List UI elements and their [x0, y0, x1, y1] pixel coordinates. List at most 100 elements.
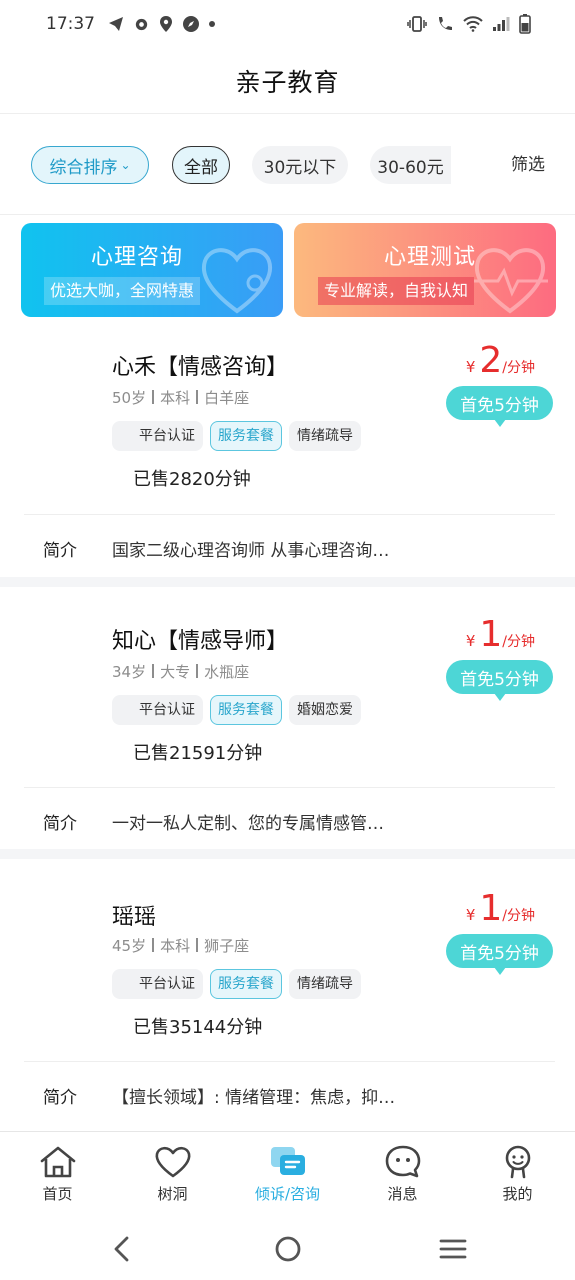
- price-unit: /分钟: [502, 634, 535, 650]
- location-icon: [160, 16, 172, 32]
- telegram-icon: [109, 17, 123, 31]
- price-value: 1: [479, 614, 503, 655]
- tag-certified: 平台认证: [112, 695, 203, 725]
- tag-specialty: 婚姻恋爱: [289, 695, 361, 725]
- counselor-age: 45岁: [112, 937, 147, 955]
- signal-icon: [493, 17, 510, 31]
- message-icon: [385, 1145, 420, 1178]
- tag-package[interactable]: 服务套餐: [210, 421, 282, 451]
- filter-chip-label: 30-60元: [377, 157, 444, 178]
- price-currency: ¥: [465, 632, 476, 650]
- divider: [24, 1061, 555, 1062]
- counselor-education: 大专: [160, 663, 191, 681]
- divider: [24, 787, 555, 788]
- consult-banner[interactable]: 心理咨询 优选大咖，全网特惠: [21, 223, 283, 317]
- free-trial-badge: 首免5分钟: [446, 660, 553, 701]
- nav-label: 树洞: [157, 1185, 188, 1203]
- filter-chip-all[interactable]: 全部: [172, 146, 230, 184]
- sort-dropdown[interactable]: 综合排序 ⌄: [31, 146, 149, 184]
- counselor-education: 本科: [160, 389, 191, 407]
- home-button-icon[interactable]: [274, 1235, 302, 1263]
- tag-package[interactable]: 服务套餐: [210, 695, 282, 725]
- banner-subtitle: 优选大咖，全网特惠: [44, 277, 201, 305]
- dot-icon: [209, 21, 215, 27]
- nav-messages[interactable]: 消息: [345, 1132, 460, 1217]
- filter-bar: 综合排序 ⌄ 全部 30元以下 30-60元 筛选: [0, 115, 575, 215]
- sort-label: 综合排序: [49, 157, 118, 178]
- battery-icon: [519, 14, 531, 34]
- divider: [24, 514, 555, 515]
- counselor-age: 50岁: [112, 389, 147, 407]
- price: ¥2/分钟: [466, 343, 535, 379]
- filter-chip-label: 30元以下: [263, 157, 337, 178]
- tag-certified: 平台认证: [112, 421, 203, 451]
- price: ¥1/分钟: [466, 891, 535, 927]
- counselor-card[interactable]: 瑶瑶 45岁 本科 狮子座 平台认证 服务套餐 情绪疏导 已售35144分钟 ¥1/…: [0, 859, 575, 1131]
- intro-label: 简介: [43, 1088, 77, 1108]
- card-separator: [0, 849, 575, 859]
- tag-specialty: 情绪疏导: [289, 969, 361, 999]
- test-banner[interactable]: 心理测试 专业解读，自我认知: [294, 223, 556, 317]
- tag-specialty: 情绪疏导: [289, 421, 361, 451]
- heart-icon: [155, 1146, 190, 1178]
- status-bar: 17:37: [0, 0, 575, 48]
- price-currency: ¥: [465, 358, 476, 376]
- card-separator: [0, 577, 575, 587]
- banner-subtitle: 专业解读，自我认知: [318, 277, 475, 305]
- counselor-card[interactable]: 知心【情感导师】 34岁 大专 水瓶座 平台认证 服务套餐 婚姻恋爱 已售21591…: [0, 587, 575, 849]
- nav-label: 消息: [387, 1185, 418, 1203]
- counselor-name: 知心【情感导师】: [112, 629, 289, 654]
- recents-icon[interactable]: [439, 1235, 467, 1263]
- intro-text: 国家二级心理咨询师 从事心理咨询…: [112, 541, 390, 561]
- counselor-education: 本科: [160, 937, 191, 955]
- filter-chip-under-30[interactable]: 30元以下: [252, 146, 348, 184]
- wifi-call-icon: [439, 17, 452, 30]
- filter-chip-30-60[interactable]: 30-60元: [370, 146, 451, 184]
- counselor-tags: 平台认证 服务套餐 情绪疏导: [112, 421, 361, 451]
- tag-package[interactable]: 服务套餐: [210, 969, 282, 999]
- counselor-name: 心禾【情感咨询】: [112, 355, 289, 380]
- counselor-name: 瑶瑶: [112, 905, 157, 930]
- nav-label: 首页: [42, 1185, 73, 1203]
- nav-label: 倾诉/咨询: [254, 1185, 321, 1203]
- counselor-meta: 34岁 大专 水瓶座: [112, 661, 249, 682]
- gear-icon: [135, 18, 148, 30]
- filter-chip-label: 全部: [184, 157, 218, 178]
- title-bar: 亲子教育: [0, 48, 575, 114]
- compass-icon: [183, 16, 199, 32]
- profile-icon: [505, 1145, 530, 1179]
- counselor-card[interactable]: 心禾【情感咨询】 50岁 本科 白羊座 平台认证 服务套餐 情绪疏导 已售2820分…: [0, 325, 575, 577]
- price-unit: /分钟: [502, 360, 535, 376]
- counselor-tags: 平台认证 服务套餐 婚姻恋爱: [112, 695, 361, 725]
- free-trial-badge: 首免5分钟: [446, 934, 553, 975]
- nav-label: 我的: [502, 1185, 533, 1203]
- price-unit: /分钟: [502, 908, 535, 924]
- tag-certified: 平台认证: [112, 969, 203, 999]
- banner-title: 心理咨询: [90, 245, 183, 270]
- intro-label: 简介: [43, 814, 77, 834]
- chat-icon: [270, 1147, 305, 1175]
- nav-profile[interactable]: 我的: [460, 1132, 575, 1217]
- nav-home[interactable]: 首页: [0, 1132, 115, 1217]
- vibrate-icon: [407, 16, 427, 32]
- counselor-meta: 50岁 本科 白羊座: [112, 387, 249, 408]
- nav-consult[interactable]: 倾诉/咨询: [230, 1132, 345, 1217]
- banner-title: 心理测试: [383, 245, 476, 270]
- counselor-age: 34岁: [112, 663, 147, 681]
- intro-text: 【擅长领域】: 情绪管理：焦虑，抑…: [112, 1088, 396, 1108]
- intro-label: 简介: [43, 541, 77, 561]
- intro-text: 一对一私人定制、您的专属情感管…: [112, 814, 384, 834]
- wifi-icon: [463, 16, 483, 32]
- status-time: 17:37: [46, 14, 95, 34]
- sold-minutes: 已售2820分钟: [133, 469, 251, 490]
- back-icon[interactable]: [110, 1235, 134, 1263]
- counselor-zodiac: 水瓶座: [204, 663, 250, 681]
- free-trial-badge: 首免5分钟: [446, 386, 553, 427]
- nav-treehole[interactable]: 树洞: [115, 1132, 230, 1217]
- sold-minutes: 已售21591分钟: [133, 743, 263, 764]
- home-icon: [40, 1146, 75, 1178]
- price-value: 1: [479, 888, 503, 929]
- counselor-meta: 45岁 本科 狮子座: [112, 935, 249, 956]
- counselor-zodiac: 狮子座: [204, 937, 250, 955]
- filter-button[interactable]: 筛选: [511, 146, 545, 184]
